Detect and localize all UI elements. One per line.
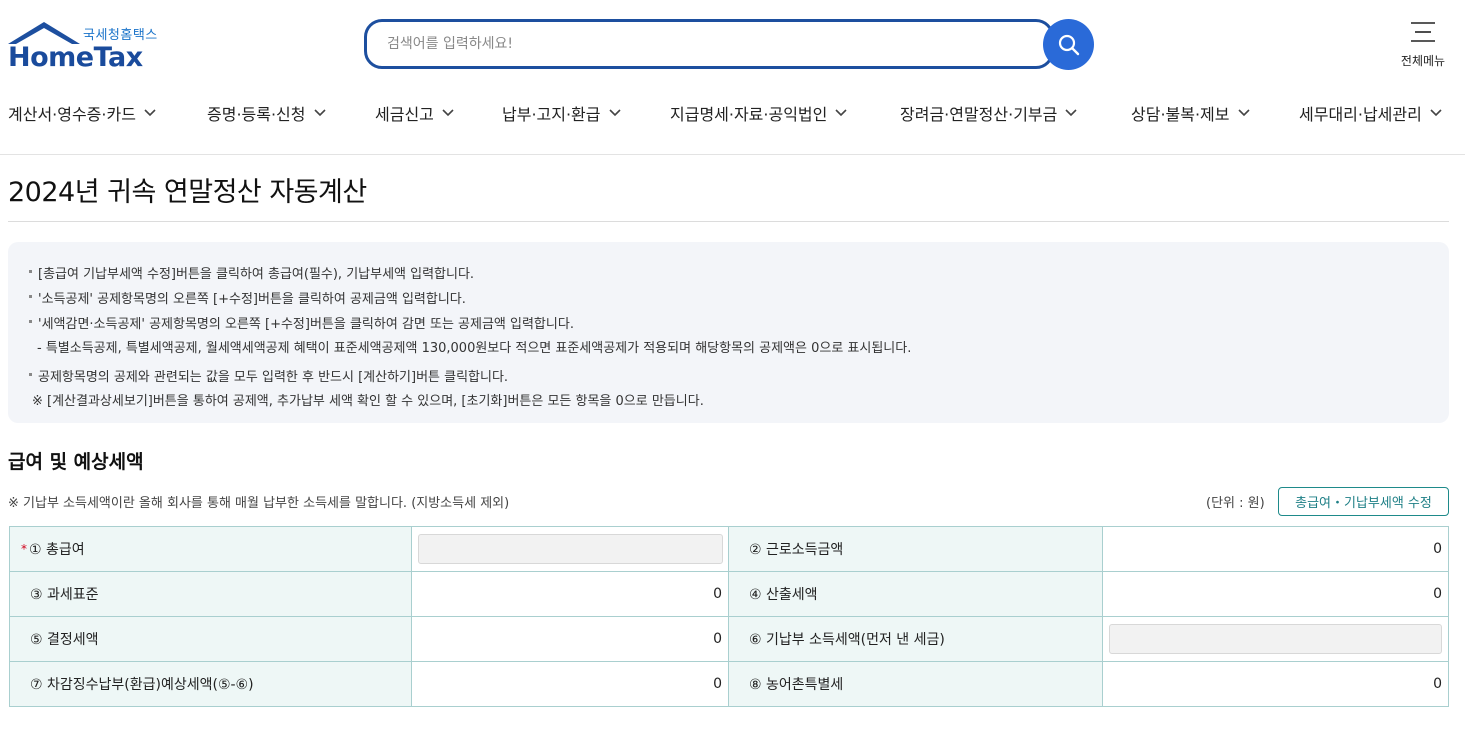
info-line: 공제항목명의 공제와 관련되는 값을 모두 입력한 후 반드시 [계산하기]버튼… bbox=[29, 366, 508, 385]
logo-subtitle: 국세청홈택스 bbox=[83, 28, 158, 43]
value-text: 0 bbox=[713, 631, 722, 647]
value-text: 0 bbox=[1433, 586, 1442, 602]
gnb-label: 증명·등록·신청 bbox=[207, 105, 306, 124]
gnb-item-payment-refund[interactable]: 납부·고지·환급 bbox=[502, 101, 621, 125]
title-divider bbox=[8, 221, 1449, 222]
label-rural-special-tax: ⑧ 농어촌특별세 bbox=[749, 677, 844, 693]
expected-tax-value: 0 bbox=[412, 662, 729, 707]
info-line: '소득공제' 공제항목명의 오른쪽 [+수정]버튼을 클릭하여 공제금액 입력합… bbox=[29, 288, 466, 307]
total-salary-field[interactable] bbox=[418, 534, 723, 564]
logo-wordmark: HomeTax bbox=[8, 42, 143, 73]
chevron-down-icon bbox=[442, 109, 454, 117]
info-box: [총급여 기납부세액 수정]버튼을 클릭하여 총급여(필수), 기납부세액 입력… bbox=[8, 242, 1449, 423]
value-text: 0 bbox=[713, 586, 722, 602]
label-tax-base: ③ 과세표준 bbox=[30, 587, 99, 603]
gnb-item-year-end-settlement[interactable]: 장려금·연말정산·기부금 bbox=[900, 101, 1077, 125]
search-input[interactable] bbox=[387, 33, 1027, 55]
gnb-label: 세금신고 bbox=[375, 105, 434, 124]
rural-special-tax-value: 0 bbox=[1103, 662, 1449, 707]
section-title: 급여 및 예상세액 bbox=[8, 451, 144, 473]
value-text: 0 bbox=[1433, 541, 1442, 557]
bullet-icon bbox=[29, 373, 32, 376]
total-salary-cell bbox=[412, 527, 729, 572]
determined-tax-value: 0 bbox=[412, 617, 729, 662]
info-text: [총급여 기납부세액 수정]버튼을 클릭하여 총급여(필수), 기납부세액 입력… bbox=[38, 267, 475, 282]
table-label-cell: ⑥ 기납부 소득세액(먼저 낸 세금) bbox=[729, 617, 1103, 662]
label-expected-tax: ⑦ 차감징수납부(환급)예상세액(⑤-⑥) bbox=[30, 677, 254, 693]
section-note: ※ 기납부 소득세액이란 올해 회사를 통해 매월 납부한 소득세를 말합니다.… bbox=[8, 496, 510, 511]
info-note: ※ [계산결과상세보기]버튼을 통하여 공제액, 추가납부 세액 확인 할 수 … bbox=[32, 394, 704, 409]
unit-label: (단위 : 원) bbox=[1206, 496, 1265, 511]
chevron-down-icon bbox=[144, 109, 156, 117]
bullet-icon bbox=[29, 320, 32, 323]
bullet-icon bbox=[29, 270, 32, 273]
gnb-item-consultation[interactable]: 상담·불복·제보 bbox=[1131, 101, 1250, 125]
table-label-cell: ② 근로소득금액 bbox=[729, 527, 1103, 572]
search-button[interactable] bbox=[1043, 19, 1094, 70]
search-icon bbox=[1058, 34, 1079, 55]
required-mark: * bbox=[21, 542, 27, 556]
gnb-label: 상담·불복·제보 bbox=[1131, 105, 1230, 124]
info-text: '세액감면·소득공제' 공제항목명의 오른쪽 [+수정]버튼을 클릭하여 감면 … bbox=[38, 317, 574, 332]
gnb-label: 지급명세·자료·공익법인 bbox=[670, 105, 828, 124]
gnb-divider bbox=[0, 154, 1465, 155]
gnb-label: 계산서·영수증·카드 bbox=[8, 105, 136, 124]
gnb-item-tax-agent[interactable]: 세무대리·납세관리 bbox=[1299, 101, 1442, 125]
page-title: 2024년 귀속 연말정산 자동계산 bbox=[8, 177, 367, 208]
table-label-cell: ⑧ 농어촌특별세 bbox=[729, 662, 1103, 707]
hometax-logo[interactable]: 국세청홈택스 HomeTax bbox=[8, 20, 168, 73]
edit-salary-tax-button[interactable]: 총급여・기납부세액 수정 bbox=[1278, 487, 1449, 516]
gnb-item-invoice-receipt-card[interactable]: 계산서·영수증·카드 bbox=[8, 101, 156, 125]
tax-base-value: 0 bbox=[412, 572, 729, 617]
chevron-down-icon bbox=[835, 109, 847, 117]
table-label-cell: * ① 총급여 bbox=[10, 527, 412, 572]
info-subline: - 특별소득공제, 특별세액공제, 월세액세액공제 혜택이 표준세액공제액 13… bbox=[37, 341, 912, 356]
full-menu-button[interactable]: 전체메뉴 bbox=[1395, 18, 1451, 70]
prepaid-tax-field[interactable] bbox=[1109, 624, 1442, 654]
gnb-item-tax-filing[interactable]: 세금신고 bbox=[375, 101, 454, 125]
value-text: 0 bbox=[713, 676, 722, 692]
gnb-label: 세무대리·납세관리 bbox=[1299, 105, 1422, 124]
info-line: '세액감면·소득공제' 공제항목명의 오른쪽 [+수정]버튼을 클릭하여 감면 … bbox=[29, 313, 574, 332]
chevron-down-icon bbox=[1237, 109, 1250, 117]
value-text: 0 bbox=[1433, 676, 1442, 692]
gnb-item-payment-statement[interactable]: 지급명세·자료·공익법인 bbox=[670, 101, 847, 125]
chevron-down-icon bbox=[1065, 109, 1077, 117]
header: 국세청홈택스 HomeTax 전체메뉴 bbox=[0, 0, 1465, 90]
info-line: [총급여 기납부세액 수정]버튼을 클릭하여 총급여(필수), 기납부세액 입력… bbox=[29, 263, 474, 282]
label-prepaid-tax: ⑥ 기납부 소득세액(먼저 낸 세금) bbox=[749, 632, 945, 648]
table-label-cell: ⑤ 결정세액 bbox=[10, 617, 412, 662]
table-label-cell: ⑦ 차감징수납부(환급)예상세액(⑤-⑥) bbox=[10, 662, 412, 707]
bullet-icon bbox=[29, 295, 32, 298]
label-calculated-tax: ④ 산출세액 bbox=[749, 587, 818, 603]
chevron-down-icon bbox=[1430, 109, 1442, 117]
label-earned-income: ② 근로소득금액 bbox=[749, 542, 844, 558]
salary-tax-table: * ① 총급여 ② 근로소득금액 0 ③ 과세표준 0 ④ 산출세액 0 ⑤ 결… bbox=[9, 526, 1449, 707]
earned-income-value: 0 bbox=[1103, 527, 1449, 572]
search-bar bbox=[364, 19, 1054, 69]
chevron-down-icon bbox=[608, 109, 621, 117]
hamburger-icon bbox=[1411, 22, 1435, 42]
gnb-label: 장려금·연말정산·기부금 bbox=[900, 105, 1058, 124]
table-label-cell: ③ 과세표준 bbox=[10, 572, 412, 617]
info-text: 공제항목명의 공제와 관련되는 값을 모두 입력한 후 반드시 [계산하기]버튼… bbox=[38, 370, 509, 385]
table-label-cell: ④ 산출세액 bbox=[729, 572, 1103, 617]
gnb-label: 납부·고지·환급 bbox=[502, 105, 601, 124]
calculated-tax-value: 0 bbox=[1103, 572, 1449, 617]
gnb-item-certificate-registration[interactable]: 증명·등록·신청 bbox=[207, 101, 326, 125]
global-navigation: 계산서·영수증·카드 증명·등록·신청 세금신고 납부·고지·환급 지급명세·자… bbox=[0, 95, 1465, 133]
label-determined-tax: ⑤ 결정세액 bbox=[30, 632, 99, 648]
prepaid-tax-cell bbox=[1103, 617, 1449, 662]
info-text: '소득공제' 공제항목명의 오른쪽 [+수정]버튼을 클릭하여 공제금액 입력합… bbox=[38, 292, 466, 307]
full-menu-label: 전체메뉴 bbox=[1400, 54, 1446, 68]
chevron-down-icon bbox=[313, 109, 326, 117]
label-total-salary: ① 총급여 bbox=[29, 542, 85, 558]
